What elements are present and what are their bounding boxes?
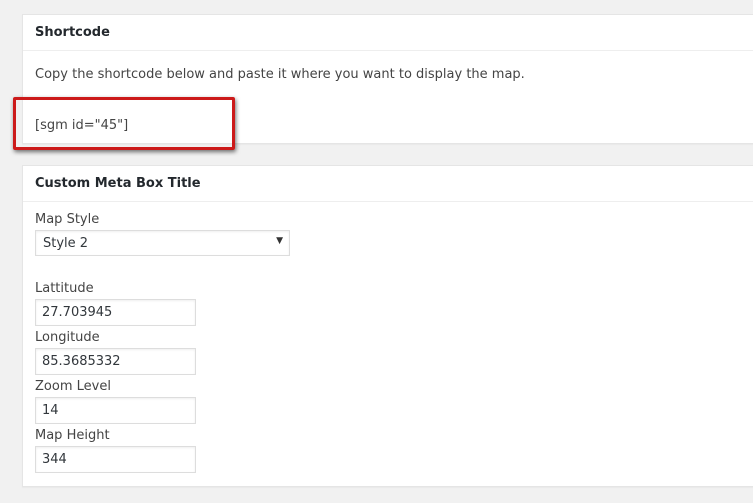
map-style-select[interactable]: Style 2 ▼ [35,230,290,256]
dropdown-arrow-icon: ▼ [276,236,283,246]
shortcode-box-title: Shortcode [23,15,753,51]
meta-box-postbox: Custom Meta Box Title Map Style Style 2 … [22,165,753,487]
latitude-label: Lattitude [35,281,94,296]
map-style-label: Map Style [35,212,100,227]
map-style-value: Style 2 [43,235,89,251]
zoom-level-label: Zoom Level [35,379,111,394]
map-height-input[interactable]: 344 [35,446,196,473]
map-height-label: Map Height [35,428,110,443]
meta-box-title: Custom Meta Box Title [23,166,753,202]
latitude-input[interactable]: 27.703945 [35,299,196,326]
longitude-label: Longitude [35,330,100,345]
shortcode-description: Copy the shortcode below and paste it wh… [35,67,525,82]
shortcode-value[interactable]: [sgm id="45"] [35,118,128,133]
zoom-level-input[interactable]: 14 [35,397,196,424]
longitude-input[interactable]: 85.3685332 [35,348,196,375]
shortcode-postbox: Shortcode Copy the shortcode below and p… [22,14,753,144]
